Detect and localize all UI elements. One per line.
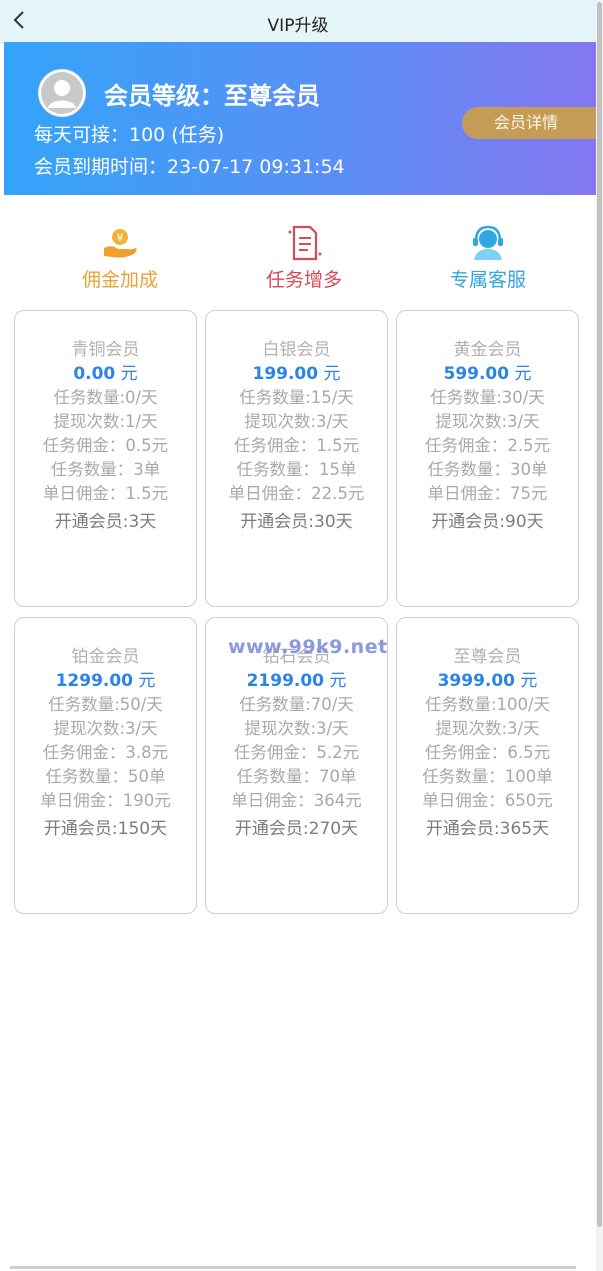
open-membership-link[interactable]: 开通会员:30天 bbox=[206, 510, 387, 534]
avatar bbox=[38, 69, 86, 117]
open-membership-link[interactable]: 开通会员:365天 bbox=[397, 817, 578, 841]
plan-card-platinum[interactable]: 铂金会员 1299.00 元 任务数量:50/天 提现次数:3/天 任务佣金：3… bbox=[14, 617, 197, 914]
feature-commission-bonus: ¥ 佣金加成 bbox=[50, 225, 190, 292]
bottom-divider bbox=[10, 1266, 576, 1269]
open-membership-link[interactable]: 开通会员:150天 bbox=[15, 817, 196, 841]
expire-time: 会员到期时间：23-07-17 09:31:54 bbox=[34, 156, 345, 178]
feature-more-tasks: 任务增多 bbox=[234, 225, 374, 292]
plan-card-diamond[interactable]: 钻石会员 2199.00 元 任务数量:70/天 提现次数:3/天 任务佣金：5… bbox=[205, 617, 388, 914]
feature-customer-service: 专属客服 bbox=[418, 225, 558, 292]
scrollbar-thumb[interactable] bbox=[597, 2, 602, 1227]
plan-card-silver[interactable]: 白银会员 199.00 元 任务数量:15/天 提现次数:3/天 任务佣金：1.… bbox=[205, 310, 388, 607]
scrollbar[interactable] bbox=[596, 0, 603, 1271]
watermark-text: www.99k9.net bbox=[228, 636, 388, 658]
open-membership-link[interactable]: 开通会员:90天 bbox=[397, 510, 578, 534]
plan-card-gold[interactable]: 黄金会员 599.00 元 任务数量:30/天 提现次数:3/天 任务佣金：2.… bbox=[396, 310, 579, 607]
member-level: 会员等级：至尊会员 bbox=[104, 82, 320, 110]
top-bar: VIP升级 bbox=[0, 0, 596, 43]
hand-coin-icon: ¥ bbox=[50, 225, 190, 261]
feature-row: ¥ 佣金加成 任务增多 专属客服 bbox=[0, 225, 596, 295]
daily-quota: 每天可接：100 (任务) bbox=[34, 124, 225, 146]
open-membership-link[interactable]: 开通会员:3天 bbox=[15, 510, 196, 534]
page-title: VIP升级 bbox=[267, 16, 329, 36]
svg-text:¥: ¥ bbox=[117, 231, 124, 244]
membership-banner: 会员等级：至尊会员 每天可接：100 (任务) 会员到期时间：23-07-17 … bbox=[4, 42, 596, 195]
plan-card-bronze[interactable]: 青铜会员 0.00 元 任务数量:0/天 提现次数:1/天 任务佣金：0.5元 … bbox=[14, 310, 197, 607]
plan-card-supreme[interactable]: 至尊会员 3999.00 元 任务数量:100/天 提现次数:3/天 任务佣金：… bbox=[396, 617, 579, 914]
document-list-icon bbox=[234, 225, 374, 261]
open-membership-link[interactable]: 开通会员:270天 bbox=[206, 817, 387, 841]
customer-service-icon bbox=[418, 225, 558, 261]
member-detail-button[interactable]: 会员详情 bbox=[462, 107, 596, 139]
